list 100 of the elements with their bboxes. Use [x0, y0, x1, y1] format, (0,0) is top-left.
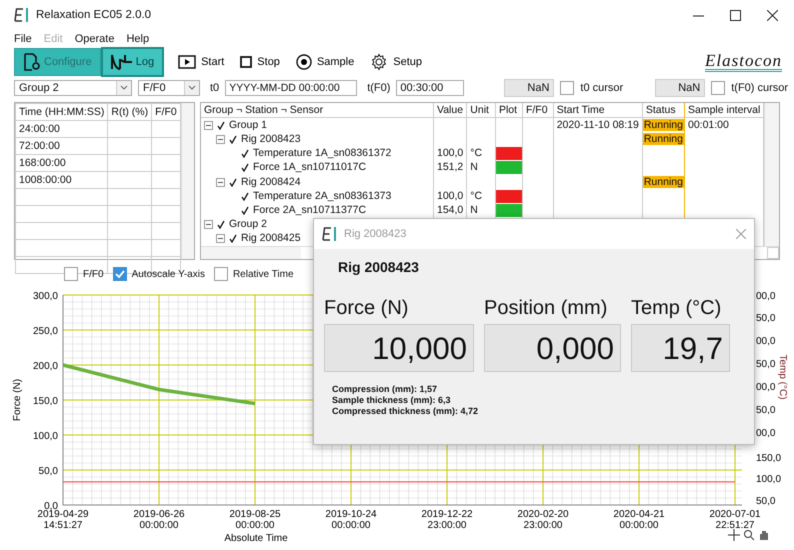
readout-label: Temp (°C)	[631, 297, 722, 320]
plot-color-swatch[interactable]	[496, 161, 522, 174]
table-cell: 24:00:00	[16, 120, 108, 138]
axis-label: 00,0	[756, 291, 776, 302]
axis-label: 2019-10-24 00:00:00	[325, 509, 377, 531]
menu-item[interactable]: Operate	[74, 32, 114, 44]
menu-item[interactable]: File	[14, 32, 32, 44]
toolbar-button[interactable]: Start	[176, 53, 226, 71]
app-logo-icon	[14, 8, 30, 22]
checkbox[interactable]	[112, 267, 127, 281]
collapse-toggle[interactable]	[216, 234, 225, 244]
column-header: Value	[433, 103, 467, 118]
t0-field[interactable]: YYYY-MM-DD 00:00:00	[225, 80, 358, 96]
axis-label: 2020-07-01 22:51:27	[709, 509, 761, 531]
axis-label: 2019-04-29 14:51:27	[37, 509, 89, 531]
column-header: Status	[642, 103, 684, 118]
plot-color-swatch[interactable]	[496, 204, 522, 217]
axis-label: 00,0	[756, 428, 776, 439]
crosshair-icon[interactable]	[728, 529, 740, 541]
tree-item[interactable]: Temperature 2A_sn08361373	[253, 190, 392, 203]
zoom-icon[interactable]	[743, 529, 755, 541]
checkbox[interactable]	[64, 267, 78, 281]
note-text: Compressed thickness (mm): 4,72	[332, 406, 480, 417]
column-header: Plot	[495, 103, 522, 118]
tree-item[interactable]: Force 2A_sn10711377C	[253, 204, 366, 217]
column-header: F/F0	[522, 103, 554, 118]
window-title: Relaxation EC05 2.0.0	[36, 9, 152, 21]
scrollbar[interactable]	[764, 103, 779, 246]
check-icon[interactable]	[229, 178, 237, 187]
popup-title: Rig 2008423	[344, 228, 406, 240]
tree-item[interactable]: Temperature 1A_sn08361372	[253, 147, 392, 160]
checkbox-label: t(F0) cursor	[731, 82, 788, 94]
check-icon[interactable]	[217, 220, 225, 230]
tab[interactable]: Log	[100, 47, 164, 77]
readout-label: Position (mm)	[484, 297, 608, 320]
table-cell: °C	[470, 190, 482, 202]
check-icon[interactable]	[229, 234, 237, 244]
tree-item[interactable]: Force 1A_sn10711017C	[253, 161, 366, 174]
collapse-toggle[interactable]	[216, 135, 225, 144]
check-icon[interactable]	[217, 120, 225, 130]
axis-label: 2019-08-25 00:00:00	[229, 509, 281, 531]
status-badge: Running	[642, 133, 684, 146]
record-icon	[296, 54, 312, 70]
column-header: Unit	[466, 103, 496, 118]
axis-title: Force (N)	[12, 378, 23, 422]
table-cell: °C	[470, 147, 482, 160]
table-cell: 1008:00:00	[16, 172, 108, 188]
checkbox[interactable]	[560, 81, 574, 95]
status-badge: Running	[642, 118, 684, 131]
collapse-toggle[interactable]	[204, 120, 213, 130]
toolbar-button[interactable]: Stop	[238, 54, 282, 70]
plot-color-swatch[interactable]	[496, 147, 522, 160]
axis-label: 50,0	[38, 466, 58, 477]
collapse-toggle[interactable]	[204, 220, 213, 230]
check-icon[interactable]	[241, 192, 249, 201]
check-icon[interactable]	[241, 206, 249, 215]
toolbar-button[interactable]: Sample	[294, 52, 356, 72]
checkbox-label: F/F0	[83, 268, 104, 280]
app-logo-icon	[322, 227, 338, 241]
tree-item[interactable]: Group 1	[229, 118, 267, 132]
close-icon[interactable]	[767, 10, 778, 20]
group-dropdown[interactable]: Group 2	[14, 80, 132, 96]
tree-item[interactable]: Group 2	[229, 218, 267, 232]
table-cell: 100,0	[436, 147, 464, 160]
menu-item[interactable]: Help	[126, 32, 150, 44]
column-header: Start Time	[553, 103, 642, 118]
status-badge: Running	[642, 176, 684, 188]
table-cell: 00:01:00	[688, 118, 729, 131]
tree-item[interactable]: Rig 2008424	[241, 176, 301, 189]
axis-label: 300,0	[32, 291, 58, 302]
axis-label: 2020-04-21 00:00:00	[613, 509, 665, 531]
table-cell: 2020-11-10 08:19	[556, 118, 639, 131]
checkbox-label: Autoscale Y-axis	[132, 268, 205, 280]
note-text: Sample thickness (mm): 6,3	[332, 395, 452, 406]
readout-value: 10,000	[324, 324, 474, 372]
column-header: R(t) (%)	[108, 104, 152, 120]
mode-dropdown[interactable]: F/F0	[138, 80, 200, 96]
scrollbar-corner	[767, 247, 779, 259]
check-icon[interactable]	[229, 135, 237, 144]
axis-label: 50,0	[756, 496, 776, 507]
plot-color-swatch[interactable]	[496, 190, 522, 203]
checkbox[interactable]	[214, 267, 228, 281]
checkbox[interactable]	[711, 81, 726, 95]
check-icon[interactable]	[241, 163, 249, 172]
collapse-toggle[interactable]	[216, 178, 225, 187]
note-text: Compression (mm): 1,57	[332, 384, 438, 395]
stop-icon	[240, 56, 252, 68]
tree-item[interactable]: Rig 2008423	[241, 133, 301, 146]
tree-item[interactable]: Rig 2008425	[241, 232, 301, 246]
table-cell: N	[470, 161, 478, 174]
axis-label: 2019-06-26 00:00:00	[133, 509, 185, 531]
toolbar-button[interactable]: Setup	[368, 51, 424, 73]
table-cell: 154,0	[436, 204, 464, 216]
tf0-field[interactable]: 00:30:00	[396, 80, 464, 96]
maximize-icon[interactable]	[730, 10, 741, 20]
scrollbar[interactable]	[180, 103, 194, 259]
scrollbar[interactable]	[201, 247, 301, 259]
check-icon[interactable]	[241, 149, 249, 158]
brand-logo: Elastocon	[705, 52, 782, 72]
readout-value: 19,7	[631, 324, 730, 372]
